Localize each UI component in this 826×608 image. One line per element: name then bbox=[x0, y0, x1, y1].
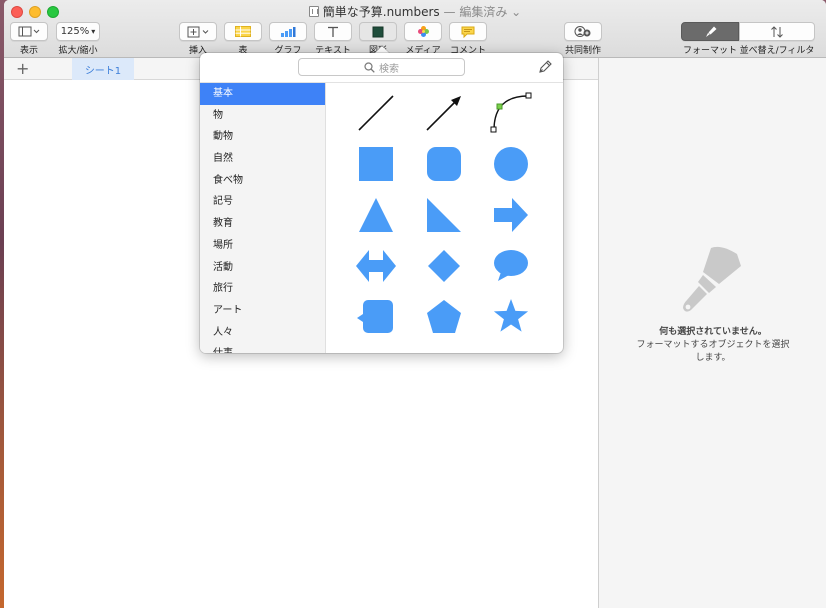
shape-category-item[interactable]: 食べ物 bbox=[200, 170, 325, 192]
shape-circle[interactable] bbox=[494, 147, 528, 181]
shape-category-item[interactable]: 活動 bbox=[200, 257, 325, 279]
sort-arrows-icon bbox=[771, 25, 783, 38]
text-control: テキスト bbox=[314, 22, 352, 56]
shape-grid bbox=[356, 92, 532, 333]
paintbrush-icon bbox=[683, 246, 741, 312]
numbers-window: 簡単な予算.numbers — 編集済み ⌄ 表示 125% ▾ 拡大/縮小 挿… bbox=[4, 0, 826, 608]
shape-category-item[interactable]: 自然 bbox=[200, 148, 325, 170]
comment-icon bbox=[461, 26, 475, 38]
document-icon bbox=[308, 6, 319, 17]
shape-icon bbox=[372, 26, 384, 37]
shape-curve[interactable] bbox=[490, 92, 532, 133]
shape-category-item[interactable]: 仕事 bbox=[200, 343, 325, 353]
chart-button[interactable] bbox=[269, 22, 307, 41]
inspector-line-3: します。 bbox=[695, 353, 731, 363]
shape-search-input[interactable]: 検索 bbox=[298, 58, 465, 76]
collaborate-button[interactable] bbox=[564, 22, 602, 41]
shape-square[interactable] bbox=[359, 147, 393, 181]
shape-button[interactable] bbox=[359, 22, 397, 41]
collaborate-control: 共同制作 bbox=[564, 22, 602, 56]
view-control: 表示 bbox=[10, 22, 48, 56]
zoom-value: 125% bbox=[60, 26, 90, 37]
shape-category-item[interactable]: 記号 bbox=[200, 191, 325, 213]
sort-control: 並べ替え/フィルタ bbox=[739, 22, 815, 56]
tab-sheet-1[interactable]: シート1 bbox=[72, 58, 134, 80]
table-control: 表 bbox=[224, 22, 262, 56]
zoom-label: 拡大/縮小 bbox=[58, 46, 98, 56]
inspector-message: 何も選択されていません。 フォーマットするオブジェクトを選択 します。 bbox=[599, 326, 826, 365]
format-inspector: 何も選択されていません。 フォーマットするオブジェクトを選択 します。 bbox=[598, 58, 826, 608]
chart-control: グラフ bbox=[269, 22, 307, 56]
insert-plus-icon bbox=[187, 26, 209, 37]
window-title: 簡単な予算.numbers — 編集済み ⌄ bbox=[4, 3, 826, 20]
shape-callout-square[interactable] bbox=[357, 300, 393, 333]
sidebar-icon bbox=[18, 26, 40, 37]
shape-category-item[interactable]: アート bbox=[200, 300, 325, 322]
view-button[interactable] bbox=[10, 22, 48, 41]
insert-control: 挿入 bbox=[179, 22, 217, 56]
search-placeholder: 検索 bbox=[379, 63, 399, 75]
document-title: 簡単な予算.numbers bbox=[322, 5, 440, 19]
format-control: フォーマット bbox=[681, 22, 739, 56]
shape-category-item[interactable]: 場所 bbox=[200, 235, 325, 257]
format-label: フォーマット bbox=[682, 46, 737, 56]
insert-button[interactable] bbox=[179, 22, 217, 41]
shape-category-item[interactable]: 基本 bbox=[200, 83, 325, 105]
collaborate-label: 共同制作 bbox=[564, 46, 601, 56]
text-icon bbox=[328, 26, 338, 37]
add-sheet-button[interactable]: + bbox=[16, 59, 29, 78]
view-label: 表示 bbox=[19, 46, 38, 56]
media-control: メディア bbox=[404, 22, 442, 56]
collaborate-icon bbox=[574, 26, 591, 37]
shape-star[interactable] bbox=[493, 299, 529, 332]
shape-category-item[interactable]: 物 bbox=[200, 105, 325, 127]
inspector-line-1: 何も選択されていません。 bbox=[659, 327, 767, 337]
toolbar: 簡単な予算.numbers — 編集済み ⌄ 表示 125% ▾ 拡大/縮小 挿… bbox=[4, 0, 826, 58]
shape-category-list: 基本物動物自然食べ物記号教育場所活動旅行アート人々仕事 bbox=[200, 83, 326, 353]
text-button[interactable] bbox=[314, 22, 352, 41]
media-button[interactable] bbox=[404, 22, 442, 41]
zoom-select[interactable]: 125% ▾ bbox=[56, 22, 100, 41]
shape-category-item[interactable]: 人々 bbox=[200, 322, 325, 344]
comment-button[interactable] bbox=[449, 22, 487, 41]
bar-chart-icon bbox=[281, 26, 296, 37]
shape-diamond[interactable] bbox=[428, 250, 460, 282]
chevron-down-icon: ▾ bbox=[91, 27, 96, 36]
inspector-line-2: フォーマットするオブジェクトを選択 bbox=[636, 340, 790, 350]
table-button[interactable] bbox=[224, 22, 262, 41]
shape-category-item[interactable]: 教育 bbox=[200, 213, 325, 235]
photos-icon bbox=[417, 26, 429, 37]
shape-triangle[interactable] bbox=[359, 198, 393, 232]
table-icon bbox=[235, 26, 251, 37]
chevron-down-icon[interactable]: ⌄ bbox=[511, 5, 521, 19]
shape-arrow[interactable] bbox=[494, 198, 528, 232]
shape-arrow-line[interactable] bbox=[426, 96, 461, 131]
shape-pentagon[interactable] bbox=[427, 300, 461, 333]
shape-speech-bubble[interactable] bbox=[494, 250, 528, 281]
edit-status: — 編集済み bbox=[443, 5, 508, 19]
shape-right-triangle[interactable] bbox=[427, 198, 461, 232]
shape-line[interactable] bbox=[358, 95, 394, 131]
zoom-control: 125% ▾ 拡大/縮小 bbox=[56, 22, 100, 56]
shape-library-popover: 検索 基本物動物自然食べ物記号教育場所活動旅行アート人々仕事 bbox=[200, 53, 563, 353]
paintbrush-icon bbox=[706, 26, 717, 37]
format-button[interactable] bbox=[681, 22, 739, 41]
search-icon bbox=[364, 61, 375, 73]
sort-filter-label: 並べ替え/フィルタ bbox=[739, 46, 815, 56]
comment-control: コメント bbox=[449, 22, 487, 56]
shape-category-item[interactable]: 旅行 bbox=[200, 278, 325, 300]
pen-draw-icon[interactable] bbox=[537, 59, 553, 75]
sort-filter-button[interactable] bbox=[739, 22, 815, 41]
shape-category-item[interactable]: 動物 bbox=[200, 126, 325, 148]
shape-rounded-square[interactable] bbox=[427, 147, 461, 181]
shape-double-arrow[interactable] bbox=[356, 250, 396, 282]
